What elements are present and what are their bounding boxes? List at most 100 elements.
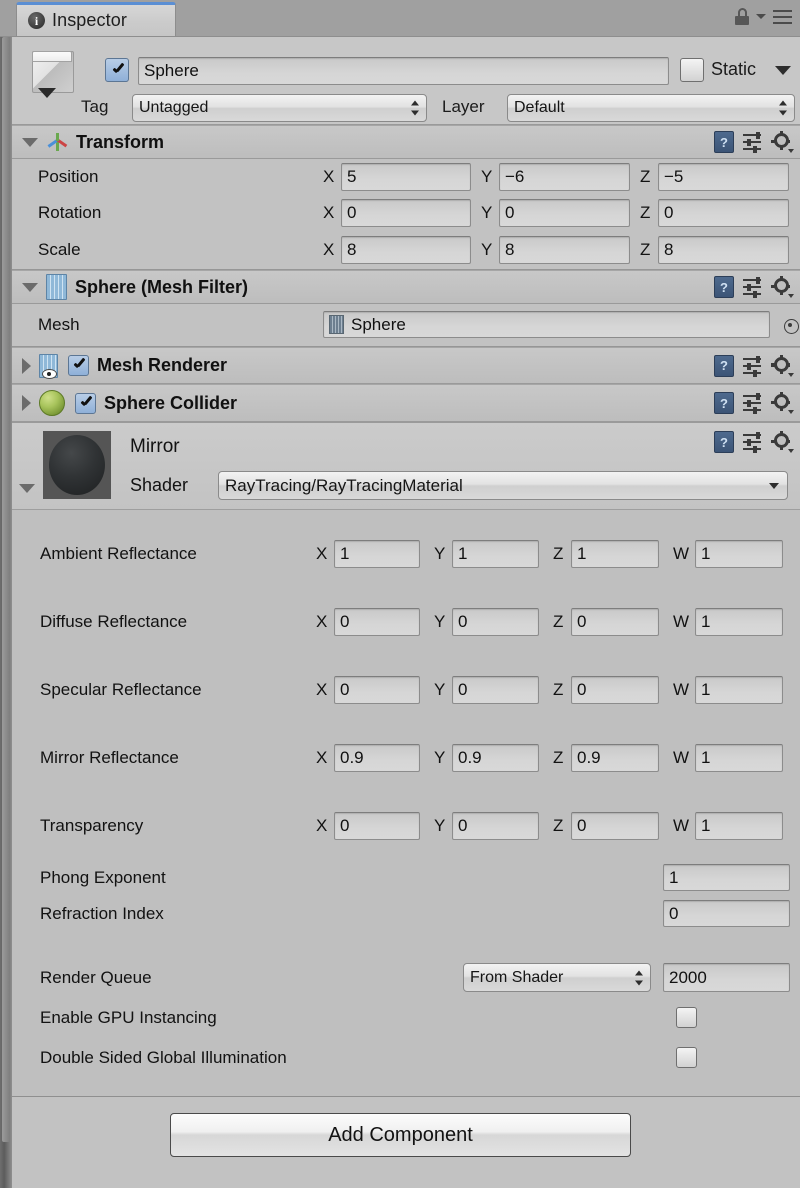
transparency-w-input[interactable]: 1	[695, 812, 783, 840]
static-label: Static	[711, 59, 757, 79]
object-picker-icon[interactable]	[784, 319, 799, 334]
preset-icon[interactable]	[743, 277, 763, 298]
gpu-instancing-checkbox[interactable]	[676, 1007, 697, 1028]
property-row-specular-reflectance: Specular Reflectance X 0 Y 0 Z 0 W 1	[12, 656, 800, 724]
specular-y-input[interactable]: 0	[452, 676, 539, 704]
mirror-z-input[interactable]: 0.9	[571, 744, 659, 772]
rotation-x-input[interactable]: 0	[341, 199, 471, 227]
mesh-renderer-header[interactable]: Mesh Renderer ?	[12, 347, 800, 384]
transform-foldout-icon[interactable]	[22, 137, 38, 147]
axis-label-w: W	[673, 544, 690, 563]
specular-w-input[interactable]: 1	[695, 676, 783, 704]
render-queue-dropdown[interactable]: From Shader	[463, 963, 651, 992]
mesh-field-row: Mesh Sphere	[12, 304, 800, 346]
property-row-diffuse-reflectance: Diffuse Reflectance X 0 Y 0 Z 0 W 1	[12, 588, 800, 656]
add-component-button[interactable]: Add Component	[170, 1113, 631, 1157]
preset-icon[interactable]	[743, 432, 763, 453]
transform-rotation-label: Rotation	[38, 203, 102, 222]
ambient-z-input[interactable]: 1	[571, 540, 659, 568]
help-icon[interactable]: ?	[714, 392, 734, 414]
specular-z-input[interactable]: 0	[571, 676, 659, 704]
static-checkbox[interactable]	[680, 58, 704, 82]
axis-label-y: Y	[434, 612, 446, 631]
material-editor: Mirror Shader RayTracing/RayTracingMater…	[12, 422, 800, 1096]
axis-label-y: Y	[481, 167, 493, 186]
rotation-z-input[interactable]: 0	[658, 199, 789, 227]
ambient-y-input[interactable]: 1	[452, 540, 539, 568]
diffuse-z-input[interactable]: 0	[571, 608, 659, 636]
mesh-renderer-title: Mesh Renderer	[97, 355, 228, 375]
phong-exponent-input[interactable]: 1	[663, 864, 790, 891]
diffuse-x-input[interactable]: 0	[334, 608, 420, 636]
diffuse-y-input[interactable]: 0	[452, 608, 539, 636]
specular-reflectance-label: Specular Reflectance	[40, 680, 202, 699]
render-queue-label: Render Queue	[40, 968, 152, 987]
gear-icon[interactable]	[771, 276, 794, 298]
rotation-y-input[interactable]: 0	[499, 199, 630, 227]
axis-label-y: Y	[434, 748, 446, 767]
layer-dropdown[interactable]: Default	[507, 94, 795, 122]
help-icon[interactable]: ?	[714, 431, 734, 453]
transform-position-label: Position	[38, 167, 99, 186]
refraction-index-input[interactable]: 0	[663, 900, 790, 927]
vertical-scrollbar[interactable]	[0, 37, 12, 1188]
scale-z-input[interactable]: 8	[658, 236, 789, 264]
sphere-collider-header[interactable]: Sphere Collider ?	[12, 384, 800, 422]
mesh-filter-foldout-icon[interactable]	[22, 282, 38, 292]
mesh-renderer-foldout-icon[interactable]	[22, 357, 31, 374]
render-queue-mode-value: From Shader	[470, 968, 564, 986]
sphere-collider-enabled-checkbox[interactable]	[75, 392, 96, 414]
preset-icon[interactable]	[743, 393, 763, 414]
scale-x-input[interactable]: 8	[341, 236, 471, 264]
preset-icon[interactable]	[743, 355, 763, 377]
mesh-filter-header[interactable]: Sphere (Mesh Filter) ?	[12, 270, 800, 304]
chevron-down-icon[interactable]	[756, 14, 766, 19]
gear-icon[interactable]	[771, 392, 794, 414]
position-y-input[interactable]: −6	[499, 163, 630, 191]
preset-icon[interactable]	[743, 132, 763, 153]
material-header-icons: ?	[714, 431, 794, 453]
diffuse-w-input[interactable]: 1	[695, 608, 783, 636]
mesh-value: Sphere	[351, 314, 406, 334]
ambient-w-input[interactable]: 1	[695, 540, 783, 568]
axis-label-w: W	[673, 816, 690, 835]
help-icon[interactable]: ?	[714, 131, 734, 153]
axis-label-x: X	[316, 680, 328, 699]
lock-icon[interactable]	[735, 8, 749, 25]
ambient-x-input[interactable]: 1	[334, 540, 420, 568]
scale-y-input[interactable]: 8	[499, 236, 630, 264]
mirror-y-input[interactable]: 0.9	[452, 744, 539, 772]
mirror-x-input[interactable]: 0.9	[334, 744, 420, 772]
help-icon[interactable]: ?	[714, 354, 734, 377]
sphere-collider-foldout-icon[interactable]	[22, 395, 31, 411]
position-x-input[interactable]: 5	[341, 163, 471, 191]
gear-icon[interactable]	[771, 354, 794, 377]
render-queue-value-input[interactable]: 2000	[663, 963, 790, 992]
tab-inspector[interactable]: i Inspector	[16, 2, 176, 36]
material-foldout-icon[interactable]	[19, 484, 35, 493]
specular-x-input[interactable]: 0	[334, 676, 420, 704]
gear-icon[interactable]	[771, 131, 794, 153]
transform-header[interactable]: Transform ?	[12, 125, 800, 159]
diffuse-reflectance-fields: X 0 Y 0 Z 0 W 1	[316, 608, 783, 636]
transparency-x-input[interactable]: 0	[334, 812, 420, 840]
component-transform: Transform ? Position X 5 Y −6 Z −5 Rotat…	[12, 125, 800, 269]
position-z-input[interactable]: −5	[658, 163, 789, 191]
gameobject-active-checkbox[interactable]	[105, 58, 129, 82]
mesh-renderer-enabled-checkbox[interactable]	[68, 355, 89, 376]
mirror-w-input[interactable]: 1	[695, 744, 783, 772]
static-dropdown-arrow[interactable]	[775, 66, 791, 75]
axis-label-z: Z	[553, 680, 564, 699]
shader-dropdown[interactable]: RayTracing/RayTracingMaterial	[218, 471, 788, 500]
double-sided-gi-checkbox[interactable]	[676, 1047, 697, 1068]
transparency-z-input[interactable]: 0	[571, 812, 659, 840]
gameobject-header: Sphere Static Tag Untagged Layer Default	[12, 37, 800, 125]
mesh-object-field[interactable]: Sphere	[323, 311, 770, 338]
scrollbar-thumb[interactable]	[2, 37, 10, 1142]
hamburger-menu-icon[interactable]	[773, 9, 792, 24]
tag-dropdown[interactable]: Untagged	[132, 94, 427, 122]
gear-icon[interactable]	[771, 431, 794, 453]
gameobject-name-input[interactable]: Sphere	[138, 57, 669, 85]
help-icon[interactable]: ?	[714, 276, 734, 298]
transparency-y-input[interactable]: 0	[452, 812, 539, 840]
